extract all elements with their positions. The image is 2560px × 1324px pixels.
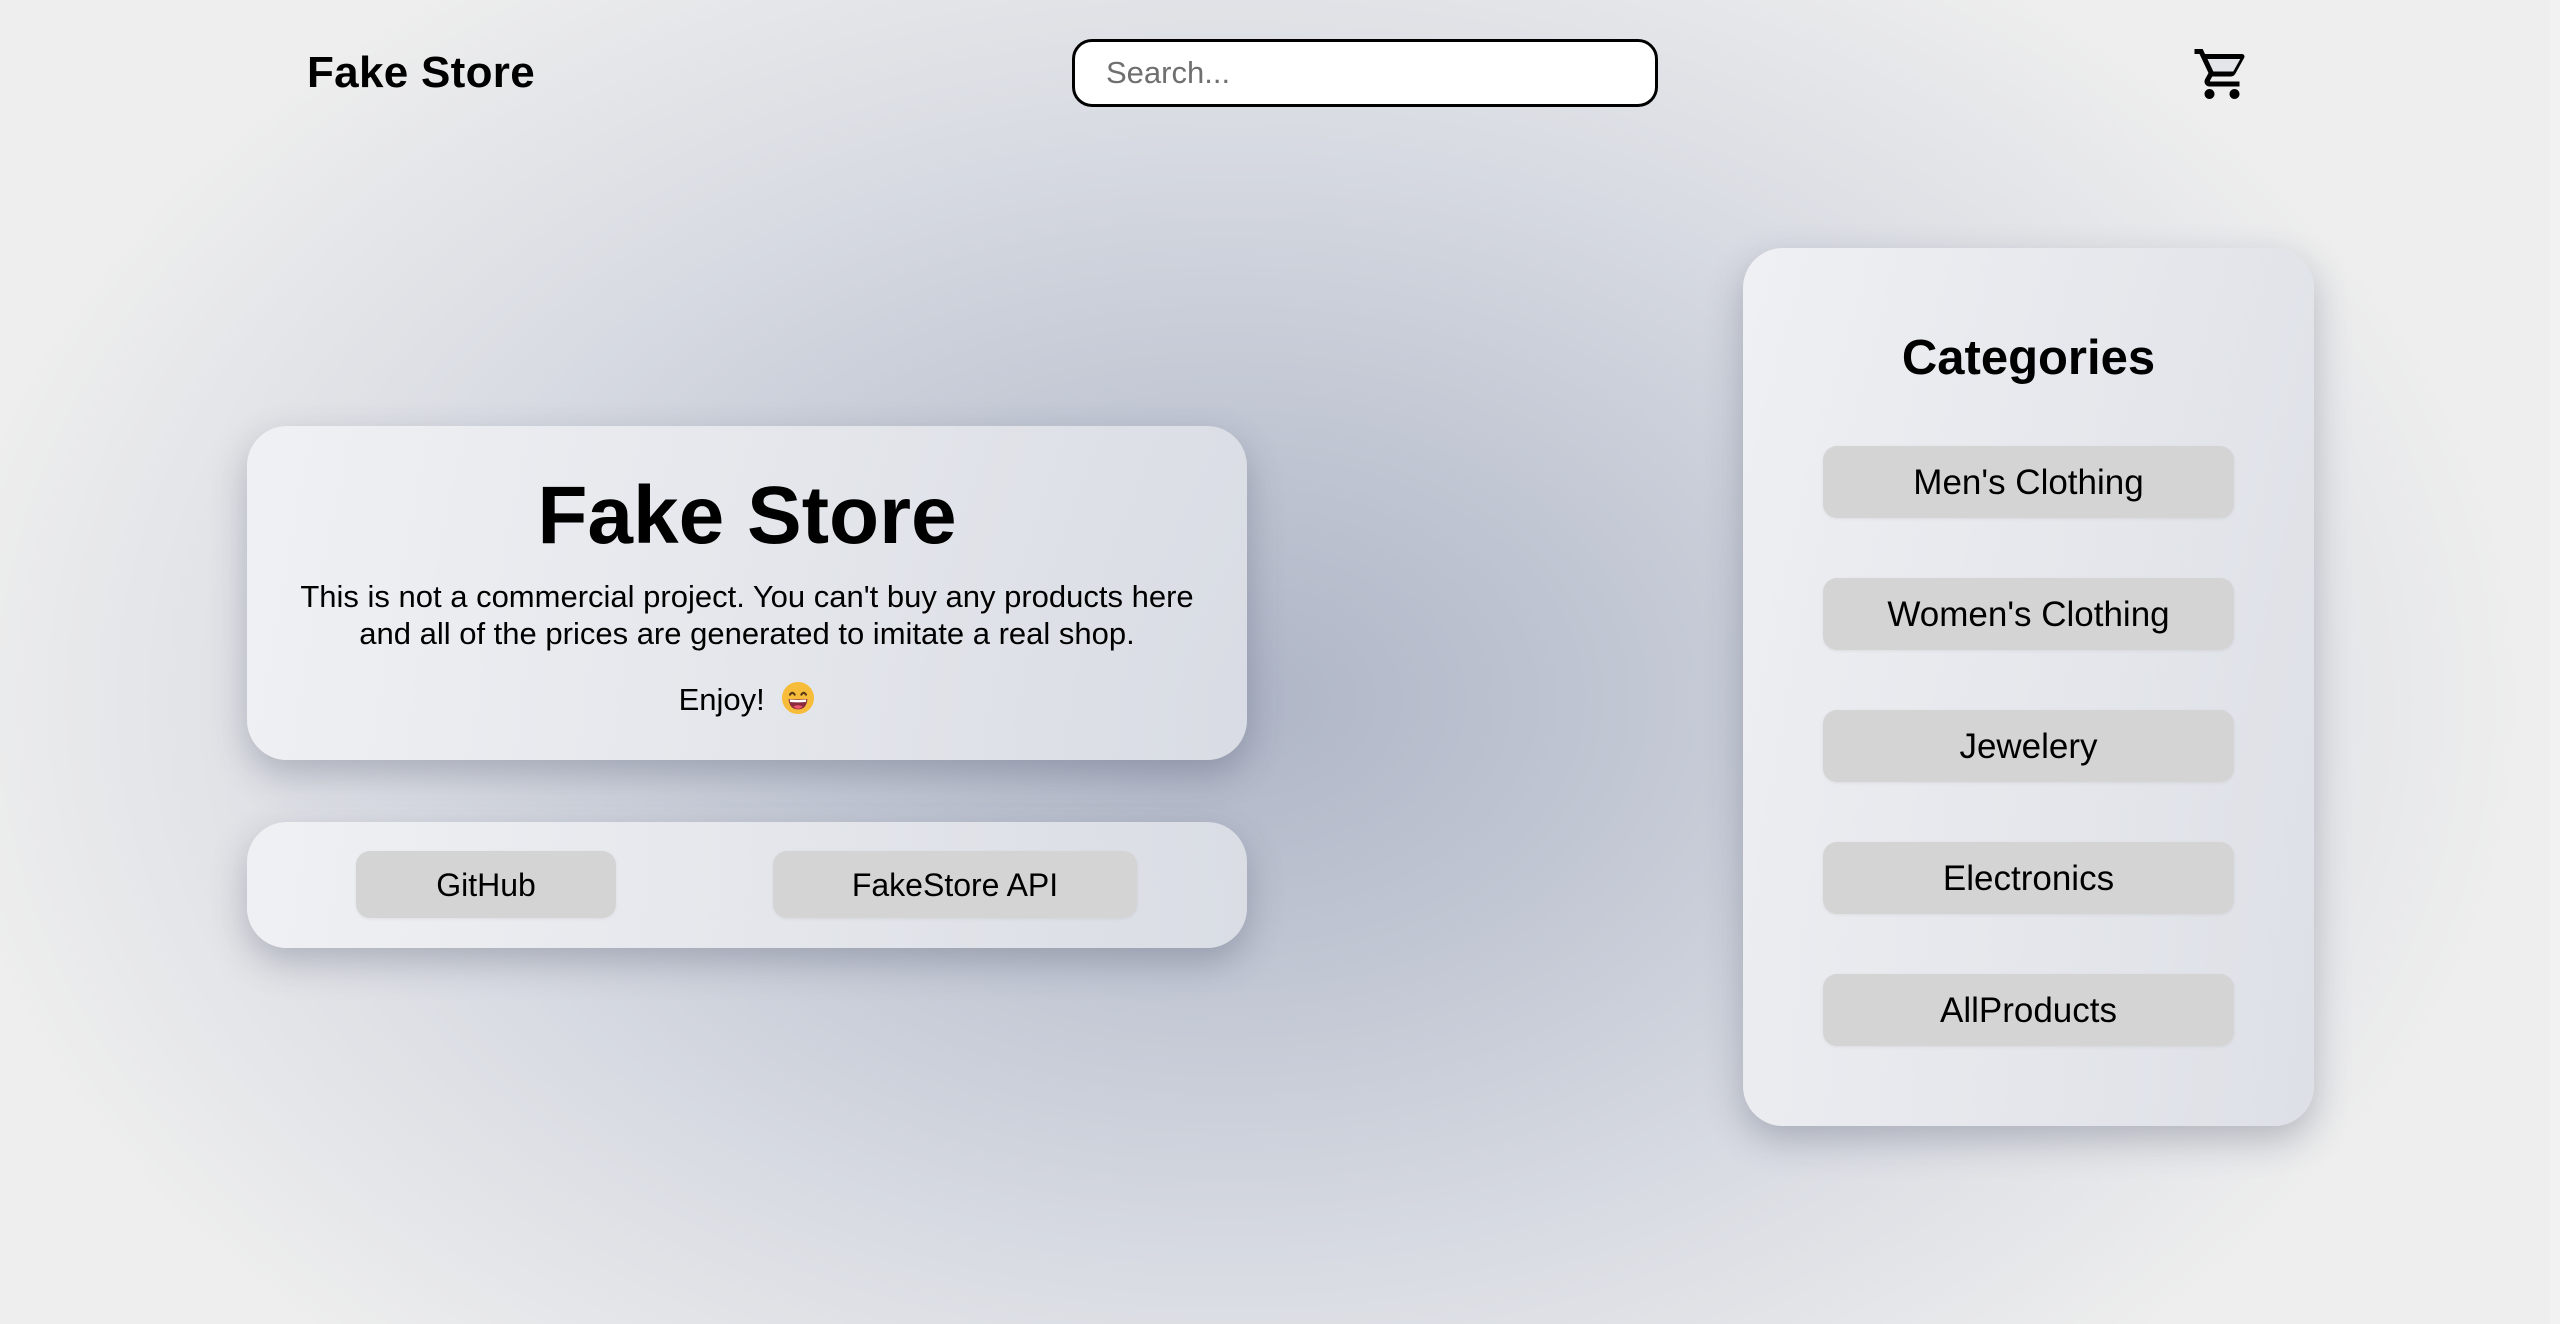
category-all-products-button[interactable]: AllProducts (1823, 974, 2234, 1046)
fakestore-api-button[interactable]: FakeStore API (773, 851, 1137, 918)
brand-logo-text[interactable]: Fake Store (307, 48, 535, 98)
intro-description: This is not a commercial project. You ca… (300, 579, 1194, 651)
enjoy-text: Enjoy! (678, 682, 765, 717)
intro-card: Fake Store This is not a commercial proj… (247, 426, 1247, 760)
category-mens-clothing-button[interactable]: Men's Clothing (1823, 446, 2234, 518)
category-electronics-button[interactable]: Electronics (1823, 842, 2234, 914)
github-button[interactable]: GitHub (356, 851, 616, 918)
enjoy-line: Enjoy! (247, 680, 1247, 720)
categories-title: Categories (1901, 331, 2156, 385)
links-card: GitHub FakeStore API (247, 822, 1247, 948)
category-jewelery-button[interactable]: Jewelery (1823, 710, 2234, 782)
categories-panel: Categories Men's Clothing Women's Clothi… (1743, 248, 2314, 1126)
search-input[interactable] (1072, 39, 1658, 107)
intro-title: Fake Store (537, 470, 957, 561)
page-edge (2550, 0, 2560, 1324)
shopping-cart-icon[interactable] (2188, 44, 2256, 104)
grinning-face-emoji-icon (782, 681, 815, 715)
category-womens-clothing-button[interactable]: Women's Clothing (1823, 578, 2234, 650)
